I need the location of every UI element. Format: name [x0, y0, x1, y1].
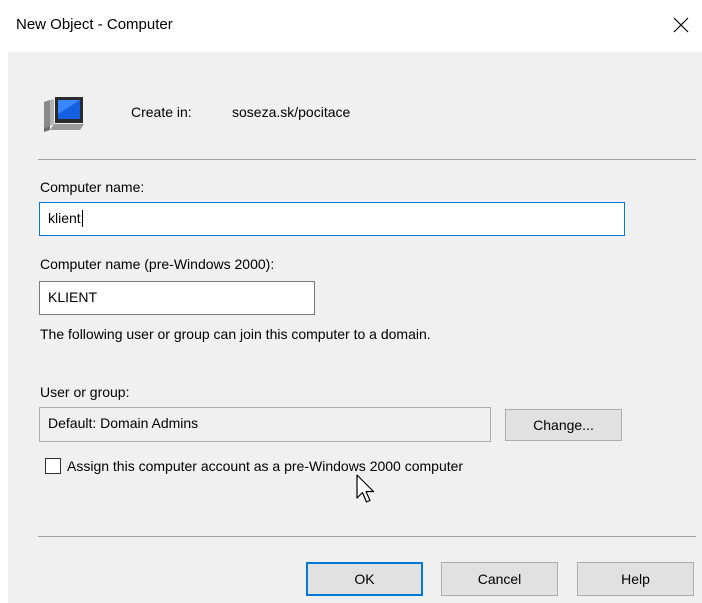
computer-icon — [44, 97, 84, 132]
computer-name-pre2000-input[interactable]: KLIENT — [39, 281, 315, 315]
change-button[interactable]: Change... — [505, 409, 622, 441]
user-group-value: Default: Domain Admins — [48, 415, 199, 431]
ok-button[interactable]: OK — [306, 562, 423, 596]
pre2000-checkbox[interactable] — [45, 458, 61, 474]
user-group-label: User or group: — [40, 384, 130, 400]
computer-name-pre2000-value: KLIENT — [48, 289, 98, 305]
text-caret — [81, 209, 83, 227]
create-in-label: Create in: — [131, 104, 192, 120]
join-info-text: The following user or group can join thi… — [40, 326, 431, 342]
user-group-field: Default: Domain Admins — [39, 407, 491, 442]
computer-name-value: klient — [48, 210, 81, 226]
pre2000-checkbox-label[interactable]: Assign this computer account as a pre-Wi… — [67, 458, 463, 474]
cancel-button[interactable]: Cancel — [441, 562, 558, 596]
close-icon — [673, 17, 689, 33]
window-title: New Object - Computer — [16, 16, 173, 33]
computer-name-pre2000-label: Computer name (pre-Windows 2000): — [40, 256, 275, 272]
title-bar: New Object - Computer — [0, 0, 702, 52]
create-in-path: soseza.sk/pocitace — [232, 104, 351, 120]
separator — [38, 159, 696, 160]
computer-name-label: Computer name: — [40, 179, 145, 195]
computer-name-input[interactable]: klient — [39, 202, 625, 236]
footer-separator — [38, 536, 696, 537]
close-button[interactable] — [664, 8, 698, 42]
help-button[interactable]: Help — [577, 562, 694, 596]
mouse-pointer-icon — [356, 474, 375, 503]
